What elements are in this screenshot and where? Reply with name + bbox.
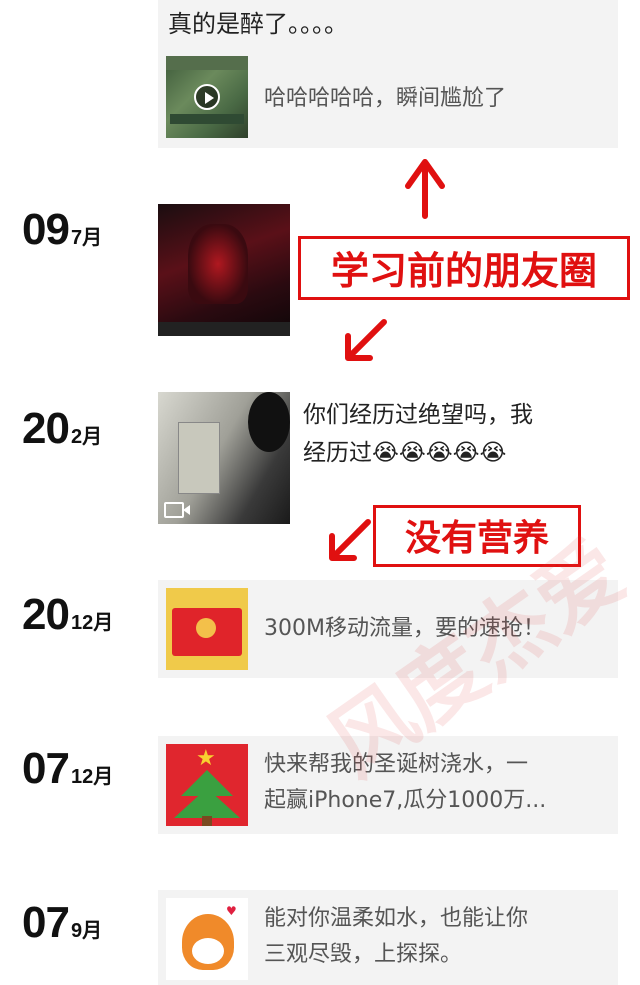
arrow-down-left-annotation: [345, 319, 387, 361]
christmas-tree-thumbnail[interactable]: ★: [166, 744, 248, 826]
date-day: 20: [22, 404, 70, 453]
link-text-line-1: 能对你温柔如水，也能让你: [264, 906, 529, 931]
link-text-line-2: 三观尽毁，上探探。: [264, 942, 463, 967]
red-envelope-thumbnail[interactable]: [166, 588, 248, 670]
arrow-up-annotation: [405, 159, 445, 219]
date-month: 12月: [70, 612, 114, 634]
date-month: 9月: [70, 920, 103, 942]
post-date: 07 9月: [22, 898, 102, 948]
post-text-line-1: 你们经历过绝望吗，我: [303, 402, 533, 428]
link-text-line-2: 起赢iPhone7,瓜分1000万...: [264, 788, 547, 813]
post-date: 07 12月: [22, 744, 113, 794]
date-day: 07: [22, 744, 70, 793]
annotation-label-1: 学习前的朋友圈: [298, 236, 630, 300]
post-text-line-2: 经历过😭😭😭😭😭: [303, 440, 507, 466]
date-day: 07: [22, 898, 70, 947]
date-month: 2月: [70, 426, 103, 448]
date-month: 12月: [70, 766, 114, 788]
video-thumbnail[interactable]: [166, 56, 248, 138]
video-thumbnail[interactable]: [158, 392, 290, 524]
date-day: 09: [22, 205, 70, 254]
arrow-down-left-annotation: [329, 519, 371, 561]
post-image[interactable]: [158, 204, 290, 336]
date-month: 7月: [70, 227, 103, 249]
post-date: 20 12月: [22, 590, 113, 640]
post-card-5[interactable]: ♥ 能对你温柔如水，也能让你 三观尽毁，上探探。: [158, 890, 618, 985]
date-day: 20: [22, 590, 70, 639]
star-icon: ★: [196, 746, 216, 771]
post-date: 20 2月: [22, 404, 102, 454]
post-text: 真的是醉了。。。。: [168, 10, 348, 38]
link-text: 哈哈哈哈哈，瞬间尴尬了: [264, 86, 507, 111]
fox-cartoon-thumbnail[interactable]: ♥: [166, 898, 248, 980]
video-camera-icon: [164, 502, 190, 518]
post-date: 09 7月: [22, 205, 102, 255]
play-icon[interactable]: [194, 84, 220, 110]
post-card-0[interactable]: 真的是醉了。。。。 哈哈哈哈哈，瞬间尴尬了: [158, 0, 618, 148]
